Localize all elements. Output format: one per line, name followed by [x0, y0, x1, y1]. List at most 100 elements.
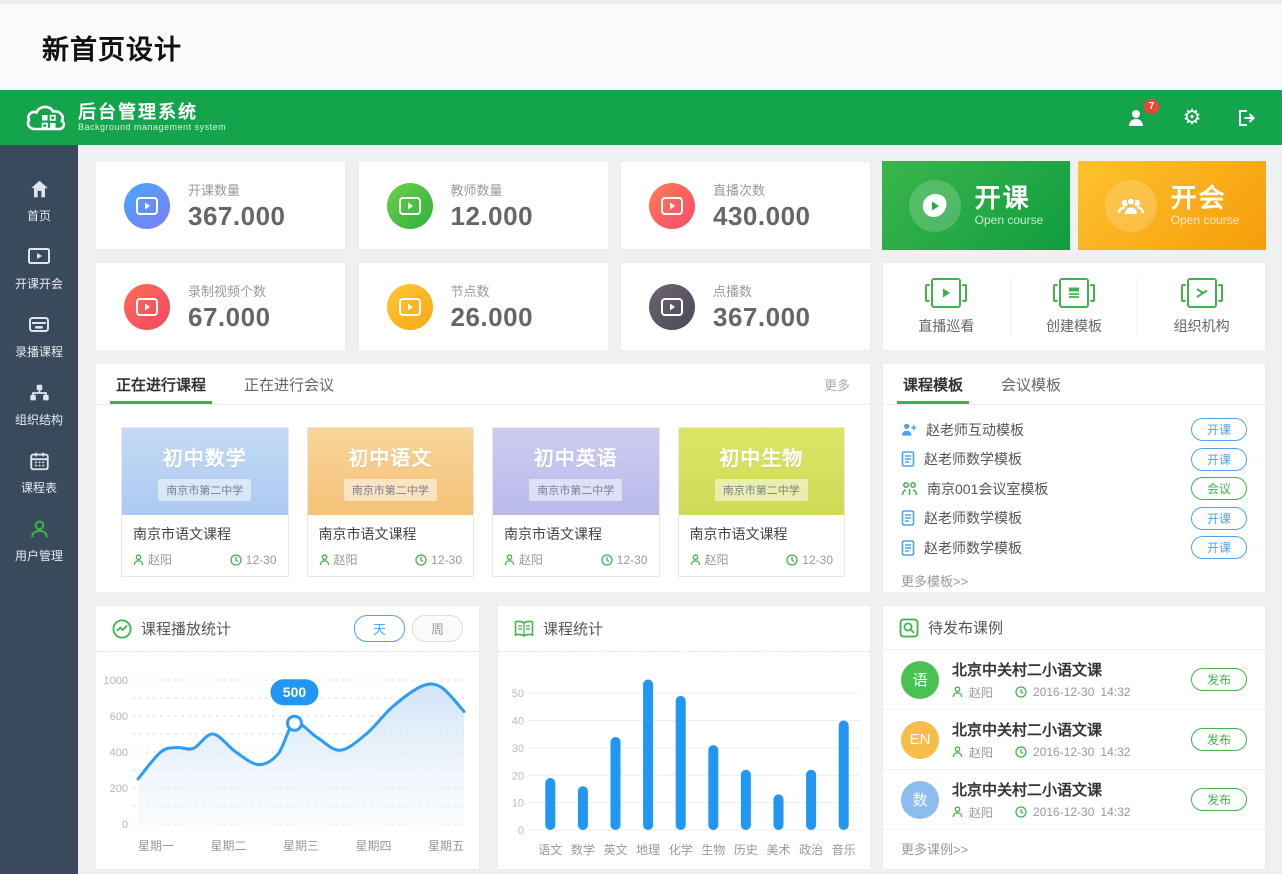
x-tick-label: 星期二: [210, 839, 246, 853]
bar[interactable]: [839, 721, 849, 830]
x-tick-label: 生物: [701, 843, 725, 857]
quick-link-live-patrol[interactable]: 直播巡看: [883, 278, 1010, 336]
logout-button[interactable]: [1234, 106, 1258, 130]
quick-link-create-template[interactable]: 创建模板: [1010, 278, 1138, 336]
course-school-badge: 南京市第二中学: [158, 479, 251, 501]
lesson-time: 14:32: [1100, 745, 1130, 759]
action-label: 开会: [1171, 184, 1240, 213]
doc-search-icon: [899, 618, 919, 638]
start-course-pill[interactable]: 开课: [1191, 448, 1247, 471]
course-subject: 初中英语: [534, 442, 618, 471]
person-icon: [504, 554, 515, 566]
course-teacher: 赵阳: [334, 551, 358, 568]
bar[interactable]: [545, 778, 555, 830]
template-list: 赵老师互动模板 开课 赵老师数学模板 开课 南京001会议室模板 会议: [883, 405, 1265, 563]
quick-links-panel: 直播巡看 创建模板 组织机构: [882, 262, 1266, 351]
play-circle-icon: [649, 284, 695, 330]
course-card[interactable]: 初中数学 南京市第二中学 南京市语文课程 赵阳 12-30: [121, 427, 289, 577]
play-circle-icon: [649, 183, 695, 229]
settings-button[interactable]: ⚙: [1180, 106, 1204, 130]
bar[interactable]: [774, 794, 784, 830]
templates-panel: 课程模板 会议模板 赵老师互动模板 开课 赵老师数学模板 开课: [882, 363, 1266, 593]
tab-ongoing-meetings[interactable]: 正在进行会议: [244, 364, 334, 404]
chart-title: 课程统计: [543, 618, 603, 639]
stat-card-open-courses: 开课数量 367.000: [95, 161, 346, 250]
sidebar-item-organization[interactable]: 组织结构: [0, 371, 78, 439]
publish-pill[interactable]: 发布: [1191, 788, 1247, 811]
course-card[interactable]: 初中生物 南京市第二中学 南京市语文课程 赵阳 12-30: [678, 427, 846, 577]
y-tick-label: 40: [512, 716, 524, 728]
stat-value: 430.000: [713, 201, 810, 232]
app-subtitle: Background management system: [78, 122, 226, 132]
start-course-pill[interactable]: 开课: [1191, 507, 1247, 530]
template-doc-icon: [1059, 278, 1089, 308]
course-card[interactable]: 初中英语 南京市第二中学 南京市语文课程 赵阳 12-30: [492, 427, 660, 577]
tab-ongoing-courses[interactable]: 正在进行课程: [116, 364, 206, 404]
sidebar-item-timetable[interactable]: 课程表: [0, 439, 78, 507]
start-course-pill[interactable]: 开课: [1191, 536, 1247, 559]
bar[interactable]: [578, 786, 588, 830]
tab-meeting-templates[interactable]: 会议模板: [1001, 364, 1061, 404]
more-templates-link[interactable]: 更多模板>>: [883, 563, 1265, 598]
tab-course-templates[interactable]: 课程模板: [903, 364, 963, 404]
y-tick-label: 400: [110, 747, 128, 759]
sidebar-item-home[interactable]: 首页: [0, 167, 78, 235]
quick-link-organization[interactable]: 组织机构: [1137, 278, 1265, 336]
panel-title: 待发布课例: [928, 617, 1003, 638]
stat-label: 点播数: [713, 281, 810, 300]
lesson-title: 北京中关村二小语文课: [952, 719, 1130, 740]
clock-icon: [1015, 686, 1027, 698]
quick-link-label: 创建模板: [1046, 316, 1102, 336]
home-icon: [28, 178, 51, 200]
file-icon: [901, 540, 915, 556]
course-card[interactable]: 初中语文 南京市第二中学 南京市语文课程 赵阳 12-30: [307, 427, 475, 577]
lesson-time: 14:32: [1100, 685, 1130, 699]
open-meeting-button[interactable]: 开会 Open course: [1078, 161, 1266, 250]
open-course-button[interactable]: 开课 Open course: [882, 161, 1070, 250]
y-tick-label: 20: [512, 770, 524, 782]
sidebar-item-label: 开课开会: [15, 275, 63, 292]
toggle-day[interactable]: 天: [354, 615, 405, 642]
bar[interactable]: [676, 696, 686, 830]
app-title: 后台管理系统: [78, 103, 226, 123]
bar[interactable]: [611, 737, 621, 830]
stat-card-nodes: 节点数 26.000: [358, 262, 609, 351]
x-tick-label: 历史: [734, 843, 758, 857]
x-tick-label: 星期五: [428, 839, 464, 853]
design-title-band: 新首页设计: [0, 0, 1282, 90]
ongoing-more-link[interactable]: 更多: [824, 375, 850, 394]
bar[interactable]: [806, 770, 816, 830]
bar[interactable]: [643, 679, 653, 830]
bar[interactable]: [708, 745, 718, 830]
course-subject: 初中数学: [163, 442, 247, 471]
toggle-week[interactable]: 周: [412, 615, 463, 642]
bar[interactable]: [741, 770, 751, 830]
user-notifications-button[interactable]: 7: [1126, 106, 1150, 130]
gear-icon: ⚙: [1183, 107, 1202, 128]
stat-label: 直播次数: [713, 180, 810, 199]
publish-pill[interactable]: 发布: [1191, 668, 1247, 691]
x-tick-label: 地理: [636, 843, 660, 857]
x-tick-label: 星期一: [138, 839, 174, 853]
x-tick-label: 星期三: [283, 839, 319, 853]
more-lessons-link[interactable]: 更多课例>>: [883, 830, 1265, 867]
sidebar-item-open-course-meeting[interactable]: 开课开会: [0, 235, 78, 303]
course-teacher: 赵阳: [519, 551, 543, 568]
template-name: 赵老师数学模板: [924, 449, 1022, 469]
data-point-marker[interactable]: [287, 716, 301, 730]
subject-avatar: EN: [901, 721, 939, 759]
clock-icon: [786, 554, 798, 566]
course-school-badge: 南京市第二中学: [529, 479, 622, 501]
app-logo: 后台管理系统 Background management system: [24, 101, 226, 135]
x-tick-label: 美术: [766, 843, 790, 857]
start-course-pill[interactable]: 开课: [1191, 418, 1247, 441]
sidebar-item-user-management[interactable]: 用户管理: [0, 507, 78, 575]
publish-pill[interactable]: 发布: [1191, 728, 1247, 751]
sidebar-item-recorded-courses[interactable]: 录播课程: [0, 303, 78, 371]
start-meeting-pill[interactable]: 会议: [1191, 477, 1247, 500]
y-tick-label: 0: [518, 825, 524, 837]
file-icon: [901, 510, 915, 526]
stat-value: 67.000: [188, 302, 271, 333]
course-name: 南京市语文课程: [690, 524, 834, 544]
stat-label: 教师数量: [451, 180, 534, 199]
